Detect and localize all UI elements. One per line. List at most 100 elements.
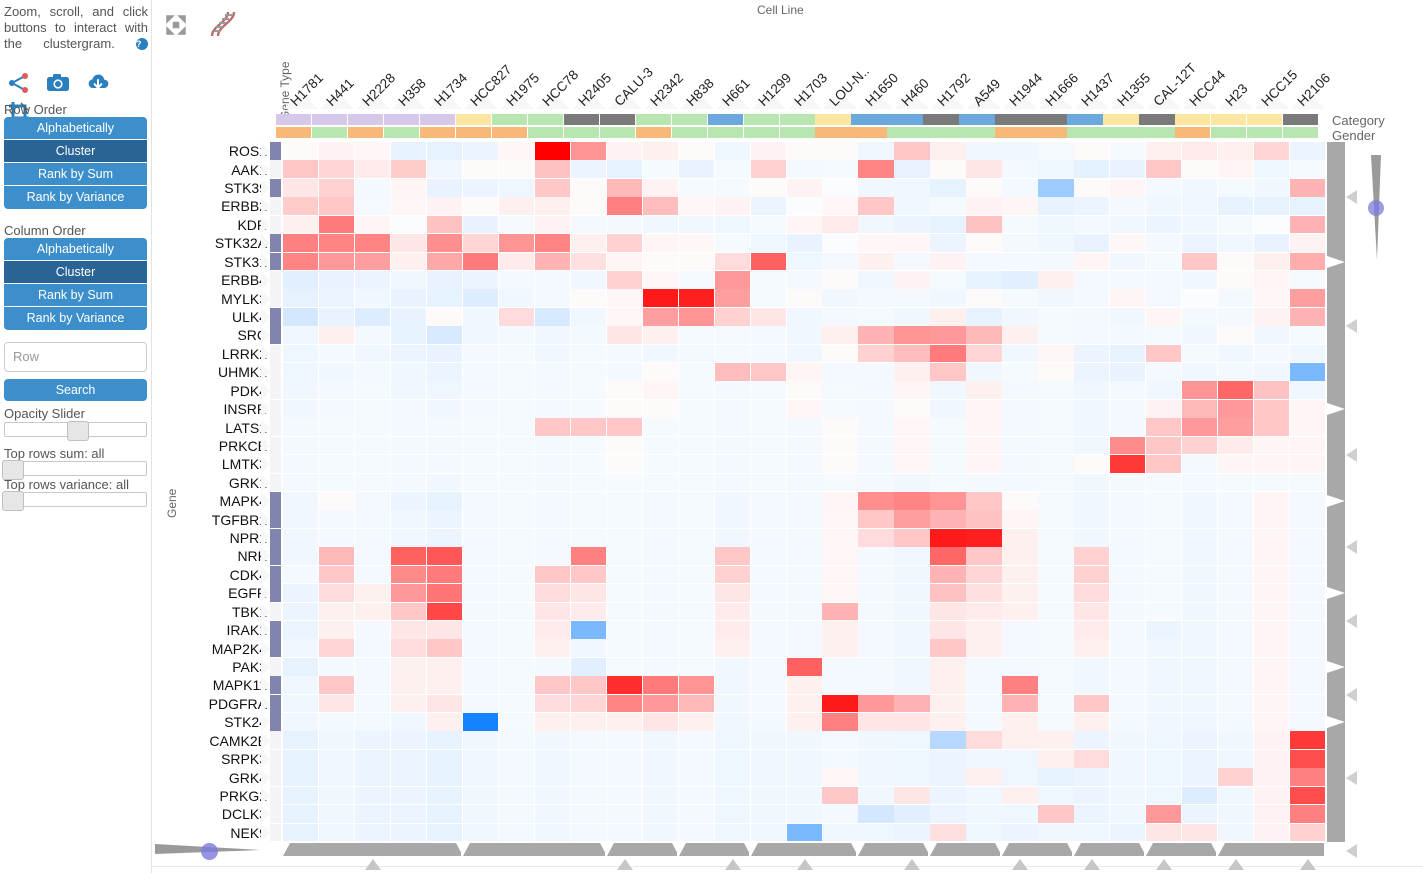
category-cell[interactable] bbox=[815, 114, 851, 125]
heatmap-cell[interactable] bbox=[966, 492, 1002, 510]
heatmap-cell[interactable] bbox=[318, 234, 355, 252]
heatmap-cell[interactable] bbox=[354, 805, 391, 823]
heatmap-cell[interactable] bbox=[822, 473, 858, 492]
heatmap-cell[interactable] bbox=[1002, 436, 1038, 455]
heatmap-cell[interactable] bbox=[858, 399, 894, 418]
heatmap-cell[interactable] bbox=[1218, 326, 1254, 344]
heatmap-cell[interactable] bbox=[1146, 455, 1182, 473]
heatmap-cell[interactable] bbox=[930, 602, 966, 621]
heatmap-cell[interactable] bbox=[498, 510, 535, 529]
heatmap-cell[interactable] bbox=[678, 363, 714, 381]
heatmap-cell[interactable] bbox=[534, 344, 570, 363]
heatmap-cell[interactable] bbox=[390, 676, 427, 694]
heatmap-cell[interactable] bbox=[1002, 473, 1038, 492]
heatmap-cell[interactable] bbox=[1290, 289, 1326, 308]
heatmap-cell[interactable] bbox=[570, 436, 606, 455]
heatmap-cell[interactable] bbox=[1002, 713, 1038, 731]
heatmap-cell[interactable] bbox=[498, 473, 535, 492]
heatmap-cell[interactable] bbox=[1254, 399, 1290, 418]
heatmap-cell[interactable] bbox=[822, 215, 858, 234]
heatmap-cell[interactable] bbox=[714, 602, 750, 621]
heatmap-cell[interactable] bbox=[1002, 528, 1038, 547]
heatmap-cell[interactable] bbox=[283, 805, 319, 823]
heatmap-cell[interactable] bbox=[1074, 584, 1110, 602]
heatmap-cell[interactable] bbox=[858, 823, 894, 842]
heatmap-cell[interactable] bbox=[462, 492, 499, 510]
heatmap-cell[interactable] bbox=[750, 657, 786, 676]
heatmap-cell[interactable] bbox=[1146, 713, 1182, 731]
heatmap-cell[interactable] bbox=[606, 676, 642, 694]
heatmap-cell[interactable] bbox=[714, 639, 750, 658]
gene-type-cell[interactable] bbox=[270, 731, 281, 750]
heatmap-cell[interactable] bbox=[786, 436, 822, 455]
heatmap-cell[interactable] bbox=[570, 252, 606, 271]
heatmap-cell[interactable] bbox=[894, 307, 930, 326]
heatmap-cell[interactable] bbox=[606, 823, 642, 842]
heatmap-cell[interactable] bbox=[426, 805, 463, 823]
heatmap-cell[interactable] bbox=[714, 436, 750, 455]
heatmap-cell[interactable] bbox=[786, 381, 822, 400]
heatmap-cell[interactable] bbox=[966, 528, 1002, 547]
heatmap-cell[interactable] bbox=[1146, 547, 1182, 565]
heatmap-cell[interactable] bbox=[1146, 620, 1182, 639]
gene-type-cell[interactable] bbox=[270, 676, 281, 695]
heatmap-cell[interactable] bbox=[354, 252, 391, 271]
heatmap-cell[interactable] bbox=[1218, 455, 1254, 473]
heatmap-cell[interactable] bbox=[714, 344, 750, 363]
heatmap-cell[interactable] bbox=[678, 289, 714, 308]
heatmap-cell[interactable] bbox=[1038, 344, 1074, 363]
heatmap-cell[interactable] bbox=[1182, 492, 1218, 510]
heatmap-cell[interactable] bbox=[1182, 307, 1218, 326]
heatmap-cell[interactable] bbox=[858, 197, 894, 215]
heatmap-cell[interactable] bbox=[1290, 344, 1326, 363]
heatmap-cell[interactable] bbox=[1290, 473, 1326, 492]
heatmap-cell[interactable] bbox=[930, 510, 966, 529]
heatmap-cell[interactable] bbox=[462, 215, 499, 234]
gene-type-cell[interactable] bbox=[270, 768, 281, 787]
heatmap-cell[interactable] bbox=[426, 307, 463, 326]
heatmap-cell[interactable] bbox=[930, 676, 966, 694]
heatmap-cell[interactable] bbox=[318, 657, 355, 676]
heatmap-cell[interactable] bbox=[750, 455, 786, 473]
heatmap-cell[interactable] bbox=[1290, 363, 1326, 381]
heatmap-cell[interactable] bbox=[606, 565, 642, 584]
heatmap-cell[interactable] bbox=[318, 768, 355, 787]
heatmap-cell[interactable] bbox=[1038, 215, 1074, 234]
heatmap-cell[interactable] bbox=[318, 749, 355, 768]
heatmap-cell[interactable] bbox=[1110, 676, 1146, 694]
heatmap-cell[interactable] bbox=[498, 270, 535, 289]
heatmap-cell[interactable] bbox=[570, 786, 606, 805]
heatmap-cell[interactable] bbox=[1254, 381, 1290, 400]
heatmap-cell[interactable] bbox=[1074, 657, 1110, 676]
heatmap-cell[interactable] bbox=[498, 547, 535, 565]
heatmap-cell[interactable] bbox=[1074, 768, 1110, 787]
heatmap-cell[interactable] bbox=[714, 215, 750, 234]
row-order-alphabetically[interactable]: Alphabetically bbox=[4, 117, 147, 140]
column-dendrogram[interactable] bbox=[276, 843, 1326, 859]
heatmap-cell[interactable] bbox=[1074, 749, 1110, 768]
heatmap-cell[interactable] bbox=[390, 270, 427, 289]
heatmap-cell[interactable] bbox=[786, 694, 822, 713]
heatmap-cell[interactable] bbox=[1146, 197, 1182, 215]
heatmap-cell[interactable] bbox=[1038, 307, 1074, 326]
heatmap-cell[interactable] bbox=[1182, 657, 1218, 676]
search-input[interactable]: Row bbox=[4, 342, 147, 372]
heatmap-cell[interactable] bbox=[1110, 620, 1146, 639]
heatmap-cell[interactable] bbox=[534, 307, 570, 326]
heatmap-cell[interactable] bbox=[1038, 289, 1074, 308]
heatmap-grid[interactable] bbox=[283, 142, 1326, 842]
heatmap-cell[interactable] bbox=[966, 565, 1002, 584]
category-cell[interactable] bbox=[887, 114, 923, 125]
heatmap-cell[interactable] bbox=[894, 252, 930, 271]
heatmap-cell[interactable] bbox=[1038, 547, 1074, 565]
heatmap-cell[interactable] bbox=[534, 270, 570, 289]
heatmap-cell[interactable] bbox=[1182, 528, 1218, 547]
heatmap-cell[interactable] bbox=[786, 805, 822, 823]
heatmap-cell[interactable] bbox=[678, 510, 714, 529]
heatmap-cell[interactable] bbox=[750, 381, 786, 400]
row-zoom-slider-handle[interactable] bbox=[1368, 200, 1384, 216]
heatmap-cell[interactable] bbox=[1002, 381, 1038, 400]
heatmap-cell[interactable] bbox=[678, 694, 714, 713]
heatmap-cell[interactable] bbox=[426, 215, 463, 234]
heatmap-cell[interactable] bbox=[930, 492, 966, 510]
